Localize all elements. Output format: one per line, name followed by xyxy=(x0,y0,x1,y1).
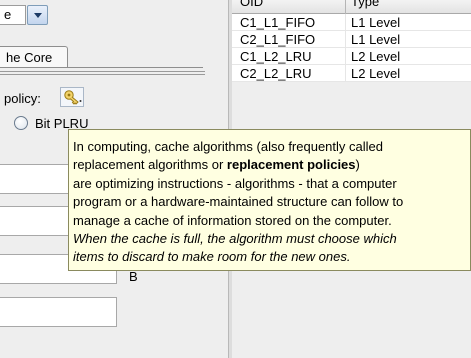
tooltip-line: In computing, cache algorithms (also fre… xyxy=(73,139,383,154)
b-label: B xyxy=(129,269,138,284)
cell-oid: C2_L2_LRU xyxy=(240,66,312,81)
key-icon xyxy=(64,90,82,105)
tooltip-text: replacement algorithms or xyxy=(73,157,227,173)
tooltip-line: When the cache is full, the algorithm mu… xyxy=(73,231,397,247)
bit-plru-radio[interactable] xyxy=(14,116,28,130)
cell-type: L2 Level xyxy=(351,66,401,81)
text-field-4[interactable] xyxy=(0,297,117,327)
column-header-oid[interactable]: OID xyxy=(240,0,263,9)
app-window: e he Core policy: Bit PLRU B OID Type C1… xyxy=(0,0,471,358)
cell-oid: C2_L1_FIFO xyxy=(240,32,316,47)
tooltip-line: items to discard to make room for the ne… xyxy=(73,249,351,265)
table-header: OID Type xyxy=(232,0,471,14)
separator xyxy=(0,74,205,75)
policy-label: policy: xyxy=(4,91,41,106)
table-row[interactable]: C2_L2_LRU L2 Level xyxy=(232,65,471,82)
tooltip-line: are optimizing instructions - algorithms… xyxy=(73,175,397,191)
table-row[interactable]: C1_L2_LRU L2 Level xyxy=(232,48,471,65)
tooltip-line: replacement algorithms or replacement po… xyxy=(73,156,470,174)
policy-picker-button[interactable] xyxy=(60,87,84,107)
cache-select-value: e xyxy=(4,7,12,22)
cell-oid: C1_L1_FIFO xyxy=(240,15,316,30)
column-divider[interactable] xyxy=(345,0,346,14)
cell-type: L2 Level xyxy=(351,49,401,64)
cache-select[interactable]: e xyxy=(0,5,26,25)
cell-oid: C1_L2_LRU xyxy=(240,49,312,64)
cell-type: L1 Level xyxy=(351,32,401,47)
tab-cache-core[interactable]: he Core xyxy=(0,46,68,68)
tooltip-bold-text: replacement policies xyxy=(226,157,356,173)
tab-divider xyxy=(0,67,203,68)
chevron-down-icon[interactable] xyxy=(27,5,48,25)
cell-type: L1 Level xyxy=(351,15,401,30)
tooltip-line: program or a hardware-maintained structu… xyxy=(73,194,404,210)
tooltip-line: manage a cache of information stored on … xyxy=(73,212,392,228)
tab-cache-core-label: he Core xyxy=(6,50,53,65)
column-header-type[interactable]: Type xyxy=(351,0,379,9)
policy-tooltip: In computing, cache algorithms (also fre… xyxy=(68,129,471,271)
tooltip-text: ) xyxy=(355,157,360,173)
table-row[interactable]: C1_L1_FIFO L1 Level xyxy=(232,14,471,31)
separator xyxy=(0,71,205,72)
table-row[interactable]: C2_L1_FIFO L1 Level xyxy=(232,31,471,48)
cache-table: C1_L1_FIFO L1 Level C2_L1_FIFO L1 Level … xyxy=(232,14,471,82)
